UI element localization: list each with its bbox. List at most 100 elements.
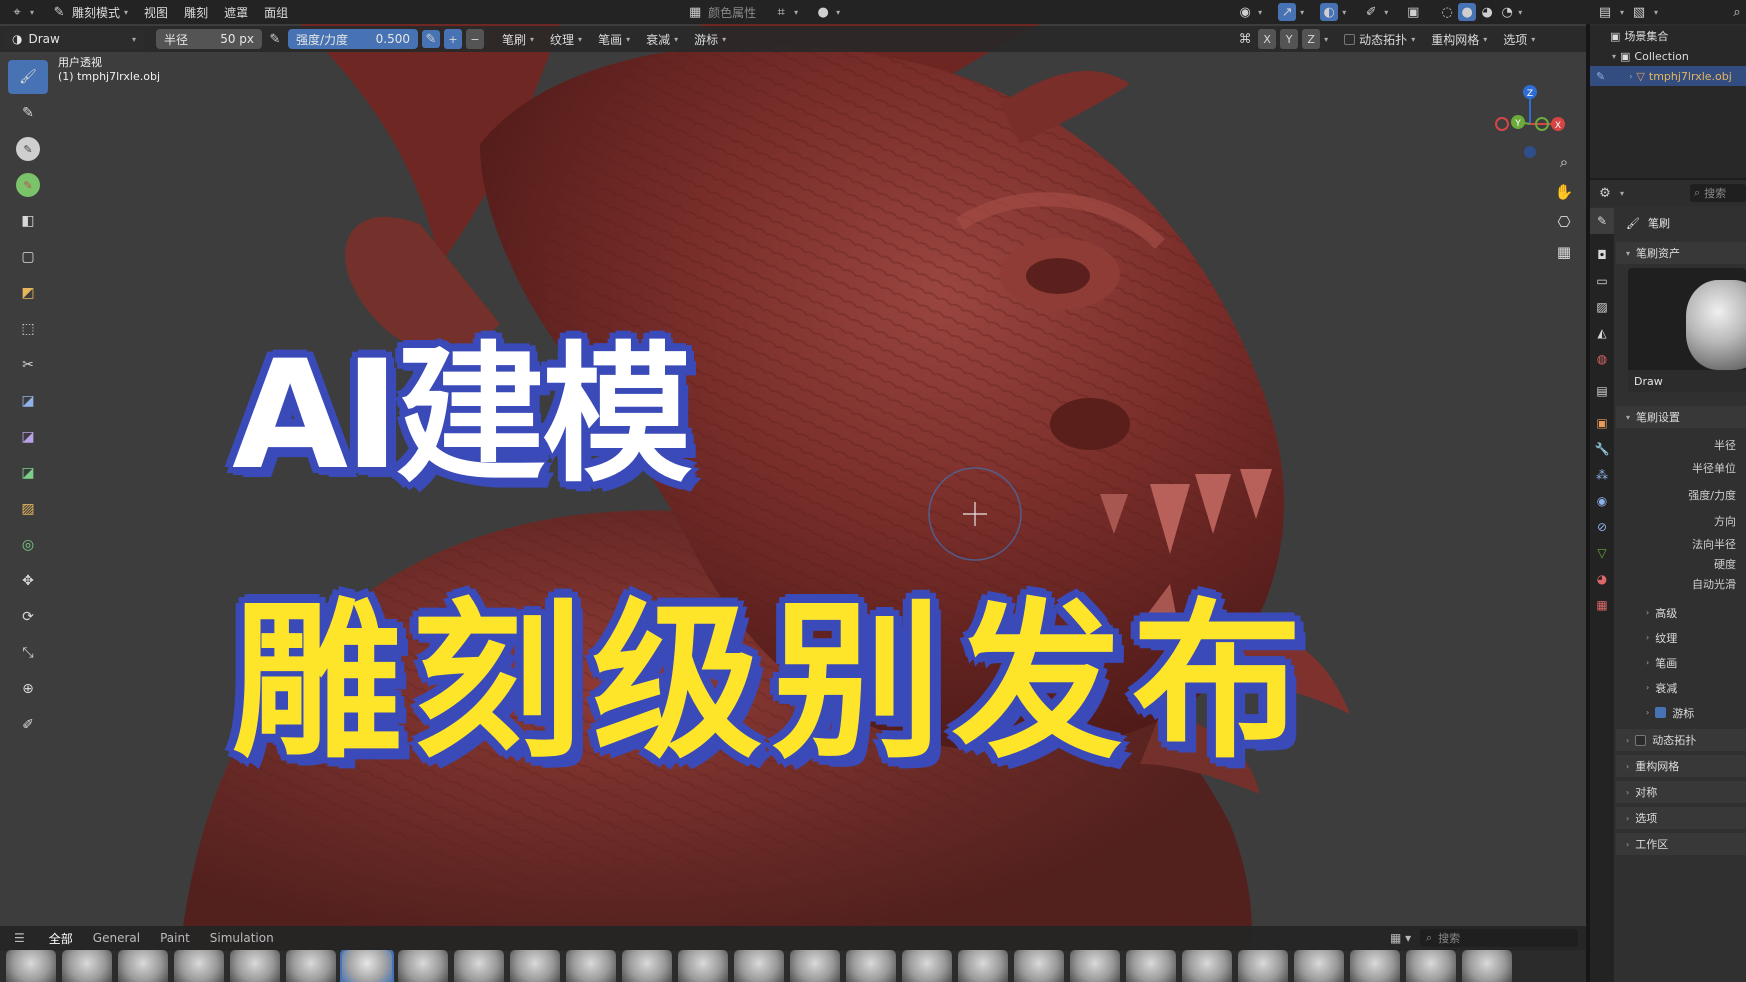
particles-tab-icon[interactable]: ⁂ <box>1590 462 1614 488</box>
brush-thumbnail[interactable] <box>1350 950 1400 982</box>
brush-thumbnail[interactable] <box>454 950 504 982</box>
symmetry-x-button[interactable]: X <box>1258 29 1276 49</box>
tool-move[interactable]: ✥ <box>8 564 48 598</box>
options-panel[interactable]: › 选项 <box>1616 807 1746 829</box>
3d-viewport[interactable]: 用户透视 (1) tmphj7lrxle.obj 🖌 ✎ ✎ ✎ ◧ ▢ ◩ ⬚… <box>0 24 1586 949</box>
brush-thumbnail[interactable] <box>286 950 336 982</box>
radius-property[interactable]: 半径 <box>1616 432 1746 458</box>
brush-thumbnail[interactable] <box>678 950 728 982</box>
menu-cursor[interactable]: 游标▾ <box>688 29 732 49</box>
workspace-panel[interactable]: › 工作区 <box>1616 833 1746 855</box>
brush-thumbnail[interactable] <box>398 950 448 982</box>
camera-view-icon[interactable]: ⎔ <box>1550 208 1578 236</box>
solid-shading-icon[interactable]: ● <box>1458 3 1476 21</box>
constraints-tab-icon[interactable]: ⊘ <box>1590 514 1614 540</box>
material-tab-icon[interactable]: ◕ <box>1590 566 1614 592</box>
advanced-subpanel[interactable]: ›高级 <box>1616 600 1746 625</box>
scene-tab-icon[interactable]: ◭ <box>1590 320 1614 346</box>
symmetry-panel[interactable]: › 对称 <box>1616 781 1746 803</box>
tool-annotate[interactable]: ✐ <box>8 708 48 742</box>
tool-transform[interactable]: ⊕ <box>8 672 48 706</box>
shelf-tab-simulation[interactable]: Simulation <box>200 926 284 950</box>
tool-mesh-filter[interactable]: ◪ <box>8 384 48 418</box>
tool-cloth-filter[interactable]: ◪ <box>8 420 48 454</box>
pressure-radius-icon[interactable]: ✎ <box>266 30 284 48</box>
view-layer-tab-icon[interactable]: ▨ <box>1590 294 1614 320</box>
brush-settings-panel[interactable]: ▾ 笔刷设置 <box>1616 406 1746 428</box>
data-tab-icon[interactable]: ▽ <box>1590 540 1614 566</box>
filter-icon[interactable]: ▧ <box>1630 3 1648 21</box>
tool-rotate[interactable]: ⟳ <box>8 600 48 634</box>
brush-thumbnail[interactable] <box>1238 950 1288 982</box>
brush-thumbnail[interactable] <box>1462 950 1512 982</box>
tool-box-mask[interactable]: ▢ <box>8 240 48 274</box>
brush-thumbnail[interactable] <box>846 950 896 982</box>
menu-face-sets[interactable]: 面组 <box>256 0 296 24</box>
cursor-checkbox[interactable] <box>1655 707 1666 718</box>
outliner-scene-collection[interactable]: ▣ 场景集合 <box>1590 26 1746 46</box>
brush-thumbnail[interactable] <box>622 950 672 982</box>
tool-draw[interactable]: 🖌 <box>8 60 48 94</box>
tool-paint[interactable]: ✎ <box>8 168 48 202</box>
menu-falloff[interactable]: 衰减▾ <box>640 29 684 49</box>
render-tab-icon[interactable]: ◘ <box>1590 242 1614 268</box>
brush-asset-panel[interactable]: ▾ 笔刷资产 <box>1616 242 1746 264</box>
mode-selector[interactable]: ✎ 雕刻模式 ▾ <box>42 0 136 24</box>
menu-mask[interactable]: 遮罩 <box>216 0 256 24</box>
brush-thumbnail[interactable] <box>1406 950 1456 982</box>
properties-editor-icon[interactable]: ⚙ <box>1596 184 1614 202</box>
dyntopo-checkbox[interactable] <box>1344 34 1355 45</box>
brush-thumbnail[interactable] <box>1294 950 1344 982</box>
object-tab-icon[interactable]: ▣ <box>1590 410 1614 436</box>
brush-thumbnail[interactable] <box>566 950 616 982</box>
symmetry-z-button[interactable]: Z <box>1302 29 1320 49</box>
brush-thumbnail[interactable] <box>510 950 560 982</box>
brush-thumbnail[interactable] <box>1126 950 1176 982</box>
menu-stroke[interactable]: 笔画▾ <box>592 29 636 49</box>
zoom-icon[interactable]: ⌕ <box>1550 148 1578 176</box>
outliner-object-row[interactable]: ✎ › ▽ tmphj7lrxle.obj <box>1590 66 1746 86</box>
brush-selector[interactable]: ◑ Draw ▾ <box>4 29 144 49</box>
texture-subpanel[interactable]: ›纹理 <box>1616 625 1746 650</box>
display-size-icon[interactable]: ▦ ▾ <box>1380 926 1421 950</box>
properties-search-input[interactable]: ⌕ 搜索 <box>1690 184 1746 202</box>
tool-line-project[interactable]: ✂ <box>8 348 48 382</box>
brush-thumbnail[interactable] <box>174 950 224 982</box>
pan-hand-icon[interactable]: ✋ <box>1550 178 1578 206</box>
symmetry-y-button[interactable]: Y <box>1280 29 1298 49</box>
tool-tab-icon[interactable]: ✎ <box>1590 208 1614 234</box>
radius-field[interactable]: 半径 50 px <box>156 29 262 49</box>
dyntopo-panel[interactable]: › 动态拓扑 <box>1616 729 1746 751</box>
menu-brush[interactable]: 笔刷▾ <box>496 29 540 49</box>
options-menu[interactable]: 选项▾ <box>1497 29 1541 49</box>
brush-thumbnail-selected[interactable] <box>342 950 392 982</box>
auto-smooth-property[interactable]: 自动光滑 <box>1616 574 1746 594</box>
editor-type-button[interactable]: ⌖▾ <box>0 0 42 24</box>
chevron-down-icon[interactable]: ▾ <box>1620 8 1624 17</box>
overlay-toggle[interactable]: ◐▾ <box>1312 0 1354 24</box>
cursor-subpanel[interactable]: › 游标 <box>1616 700 1746 725</box>
direction-add-button[interactable]: + <box>444 29 462 49</box>
brush-thumbnail[interactable] <box>118 950 168 982</box>
chevron-down-icon[interactable]: ▾ <box>1518 8 1522 17</box>
tool-scale[interactable]: ⤡ <box>8 636 48 670</box>
brush-thumbnail[interactable] <box>790 950 840 982</box>
pressure-strength-icon[interactable]: ✎ <box>422 30 440 48</box>
edit-mode-icon[interactable]: ✎ <box>1596 70 1605 83</box>
brush-thumbnail[interactable] <box>230 950 280 982</box>
tool-mask-by-color[interactable]: ◎ <box>8 528 48 562</box>
brush-thumbnail[interactable] <box>1182 950 1232 982</box>
shelf-search-input[interactable]: ⌕ 搜索 <box>1420 929 1578 947</box>
visibility-button[interactable]: ◉▾ <box>1228 0 1270 24</box>
perspective-grid-icon[interactable]: ▦ <box>1550 238 1578 266</box>
outliner-collection[interactable]: ▾ ▣ Collection <box>1590 46 1746 66</box>
hamburger-menu-icon[interactable]: ☰ <box>0 926 39 950</box>
editor-type-icon[interactable]: ▤ <box>1596 3 1614 21</box>
brush-thumbnail[interactable] <box>62 950 112 982</box>
modifier-tab-icon[interactable]: 🔧 <box>1590 436 1614 462</box>
remesh-panel[interactable]: › 重构网格 <box>1616 755 1746 777</box>
dyntopo-toggle[interactable]: 动态拓扑▾ <box>1338 29 1421 49</box>
brush-thumbnail[interactable] <box>1070 950 1120 982</box>
brush-thumbnail[interactable] <box>6 950 56 982</box>
collection-tab-icon[interactable]: ▤ <box>1590 378 1614 404</box>
